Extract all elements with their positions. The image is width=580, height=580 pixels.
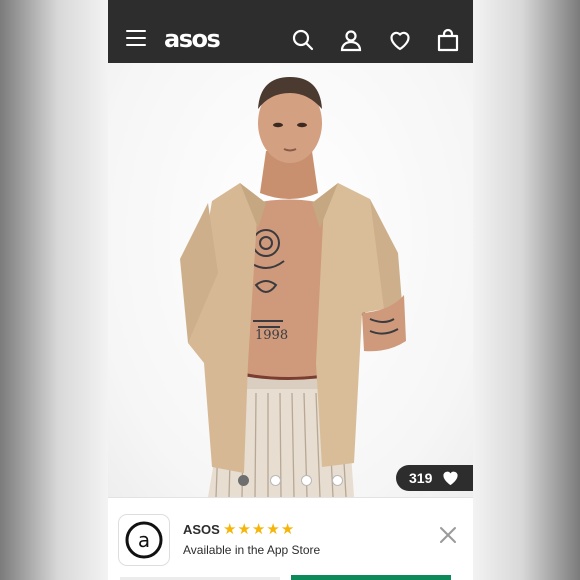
asos-logo[interactable]: asos bbox=[164, 25, 221, 53]
svg-text:1998: 1998 bbox=[255, 328, 288, 343]
app-rating-stars: ★★★★★ bbox=[223, 521, 295, 538]
gallery-dot-4[interactable] bbox=[332, 475, 343, 486]
star-icon: ★ bbox=[251, 521, 266, 538]
gallery-dot-2[interactable] bbox=[270, 475, 281, 486]
star-icon: ★ bbox=[280, 521, 295, 538]
menu-icon[interactable] bbox=[126, 30, 146, 47]
gallery-pagination bbox=[238, 475, 348, 487]
star-icon: ★ bbox=[237, 521, 251, 538]
saves-count: 319 bbox=[409, 470, 433, 486]
top-nav-bar: asos bbox=[108, 0, 473, 63]
get-app-button-edge[interactable] bbox=[291, 575, 451, 580]
product-image-gallery[interactable]: 1998 319 bbox=[108, 63, 473, 497]
phone-screen: asos 1998 319 a ASOS ★★★★★ Available in … bbox=[108, 0, 473, 580]
app-store-banner[interactable]: a ASOS ★★★★★ Available in the App Store bbox=[108, 497, 473, 580]
gallery-dot-3[interactable] bbox=[301, 475, 312, 486]
app-icon-letter: a bbox=[138, 528, 150, 552]
app-name: ASOS bbox=[183, 522, 220, 537]
asos-app-icon: a bbox=[118, 514, 170, 566]
star-icon: ★ bbox=[223, 521, 237, 538]
shopping-bag-icon[interactable] bbox=[436, 28, 460, 52]
saves-count-badge[interactable]: 319 bbox=[396, 465, 473, 491]
close-banner-icon[interactable] bbox=[439, 526, 457, 544]
gallery-dot-1[interactable] bbox=[238, 475, 249, 486]
app-store-subtitle: Available in the App Store bbox=[183, 543, 321, 557]
search-icon[interactable] bbox=[291, 28, 315, 52]
star-icon: ★ bbox=[266, 521, 280, 538]
account-icon[interactable] bbox=[339, 28, 363, 52]
product-photo: 1998 bbox=[180, 77, 406, 497]
filled-heart-icon bbox=[443, 471, 458, 486]
saved-items-heart-icon[interactable] bbox=[388, 28, 412, 52]
